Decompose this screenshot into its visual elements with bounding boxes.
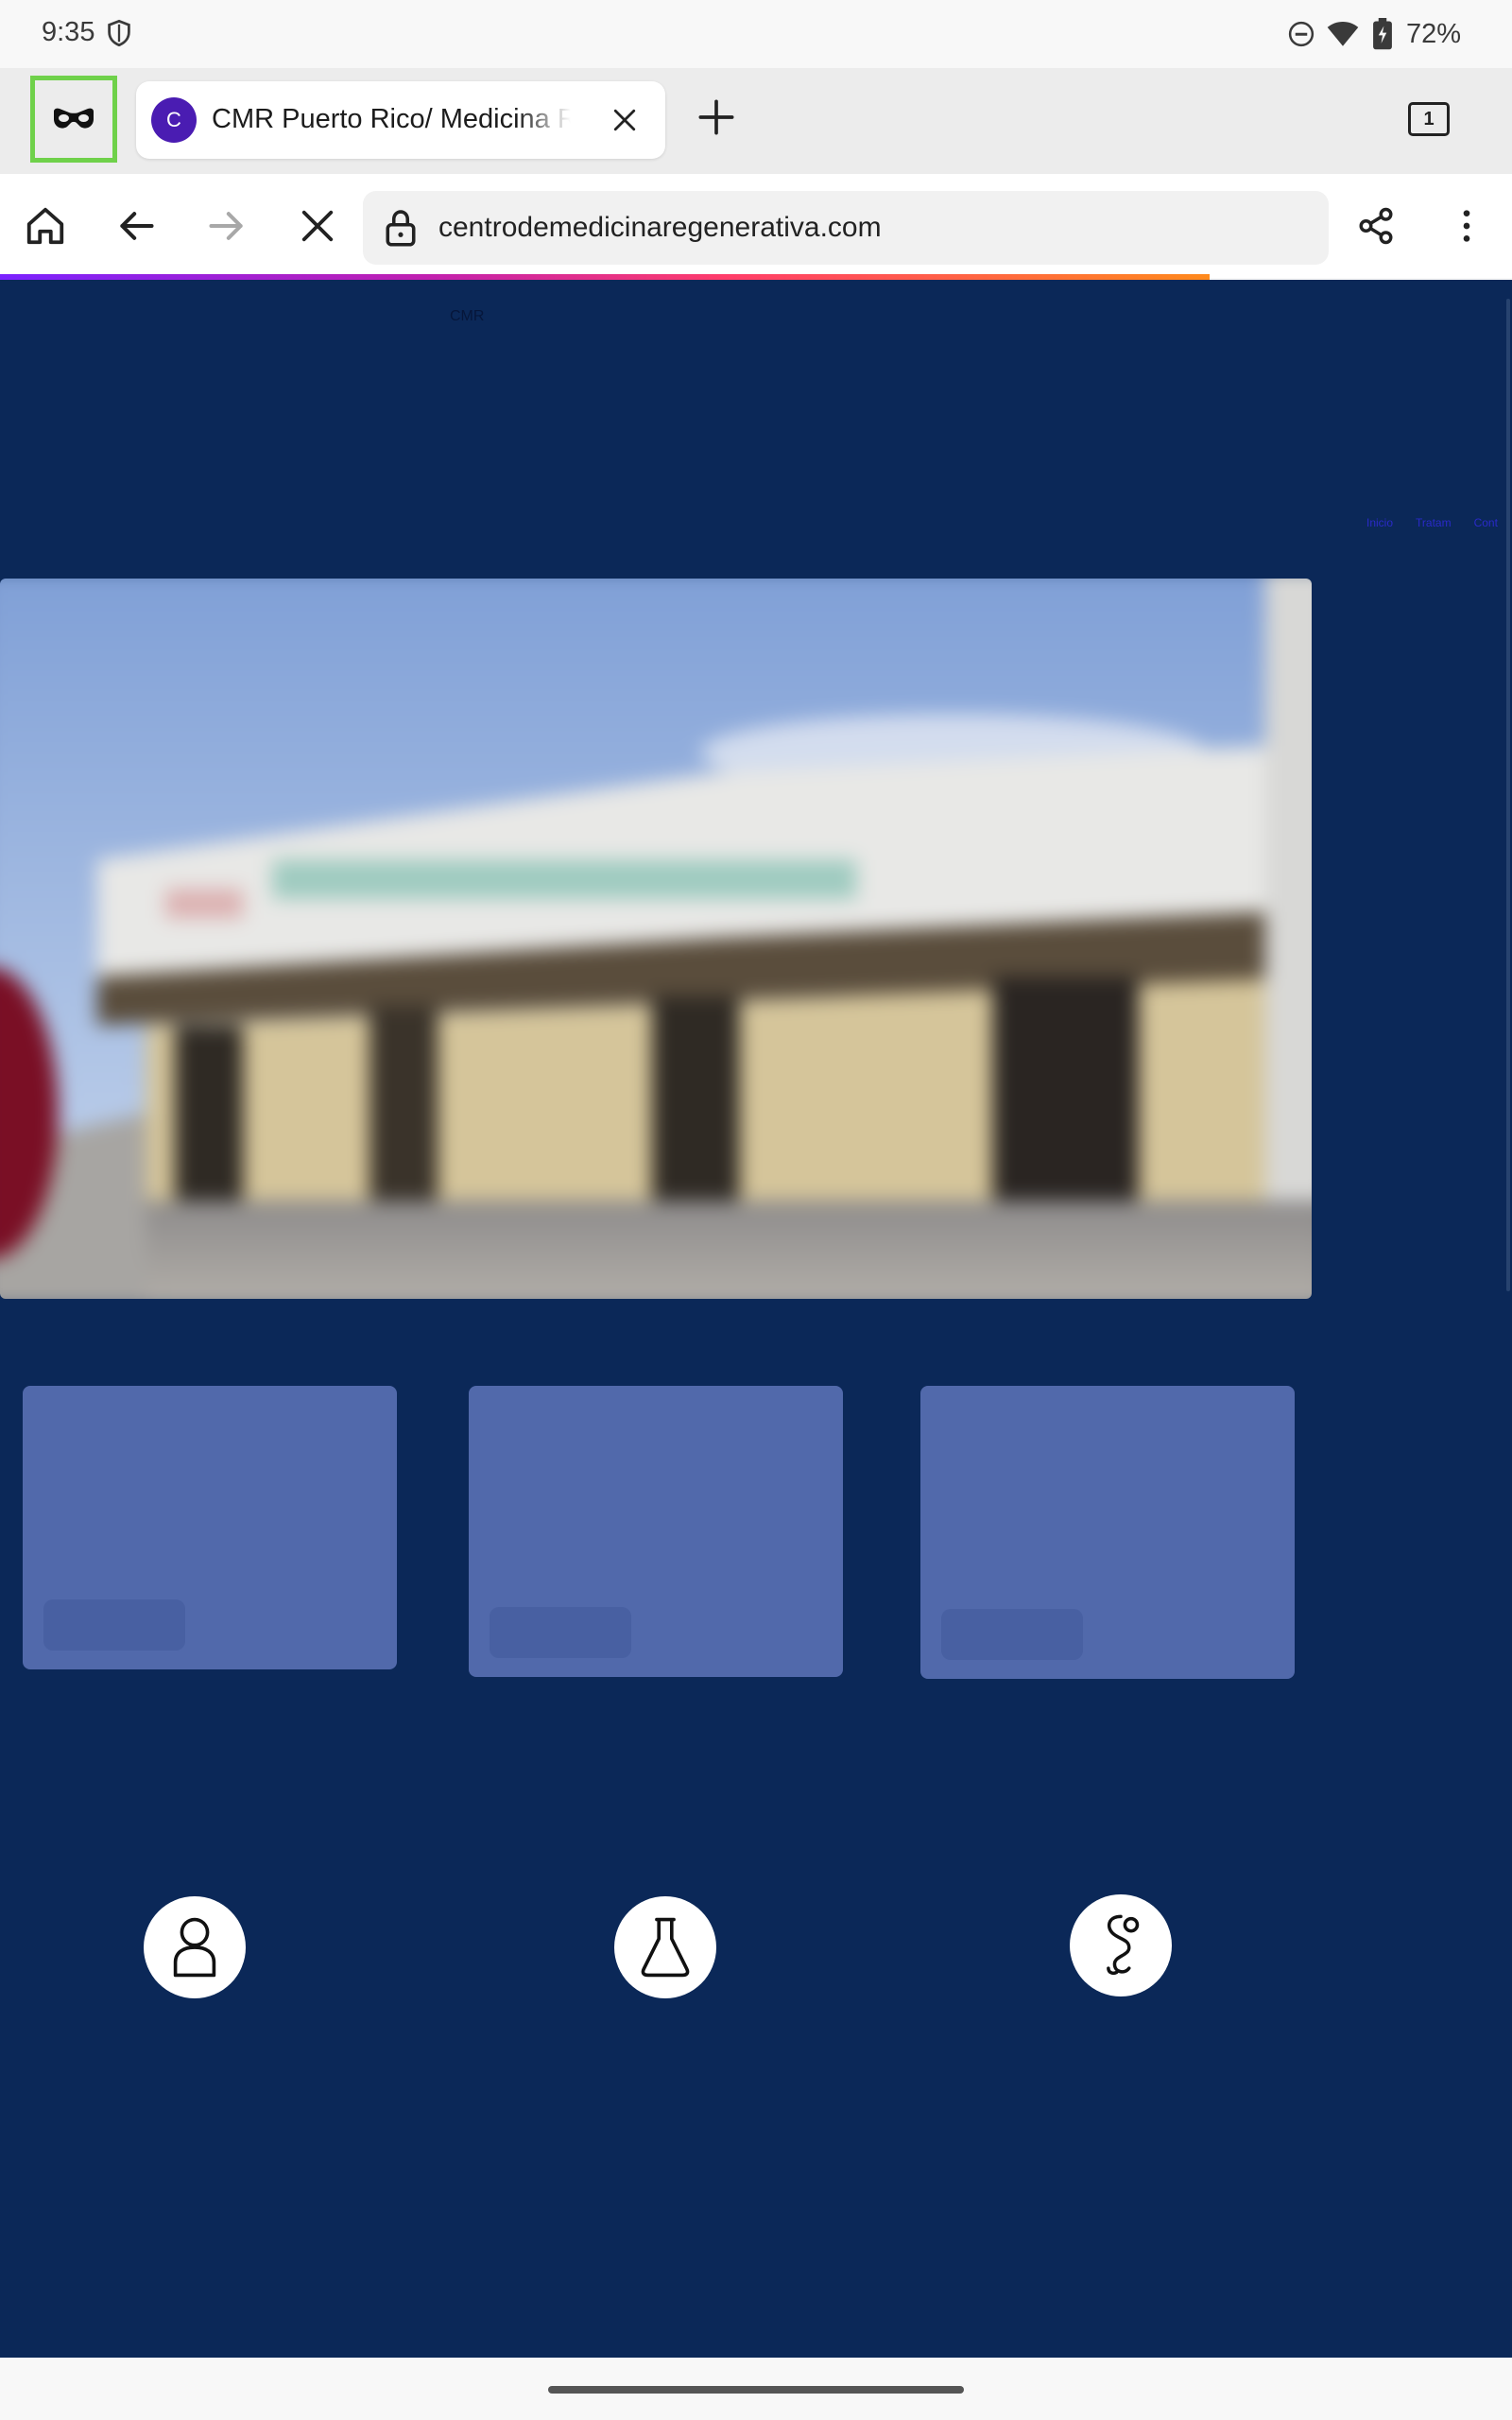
share-button[interactable] — [1349, 199, 1402, 252]
status-bar: 9:35 72% — [0, 0, 1512, 68]
service-card-2[interactable] — [469, 1386, 843, 1677]
close-icon — [613, 109, 636, 131]
page-scrollbar[interactable] — [1506, 299, 1510, 1291]
wifi-icon — [1327, 21, 1359, 46]
service-card-1[interactable] — [23, 1386, 397, 1669]
battery-icon — [1373, 18, 1392, 50]
do-not-disturb-icon — [1288, 21, 1314, 47]
home-icon — [26, 207, 64, 245]
hero-image — [0, 579, 1312, 1299]
forward-icon — [209, 212, 243, 240]
web-content: CMR Inicio Tratam Cont — [0, 280, 1512, 2358]
share-icon — [1359, 207, 1393, 245]
nav-link-inicio[interactable]: Inicio — [1366, 516, 1393, 529]
incognito-toggle-button[interactable] — [30, 76, 117, 163]
stop-icon — [301, 210, 334, 242]
lock-icon — [386, 210, 416, 247]
flask-icon-circle[interactable] — [614, 1896, 716, 1998]
tab-switcher-button[interactable]: 1 — [1402, 93, 1455, 146]
new-tab-button[interactable] — [690, 91, 743, 144]
tab-count: 1 — [1408, 102, 1450, 136]
tab-close-button[interactable] — [605, 100, 644, 140]
forward-button[interactable] — [200, 199, 253, 252]
tab-favicon: C — [151, 97, 197, 143]
service-card-3-button[interactable] — [941, 1609, 1083, 1660]
tab-strip: C CMR Puerto Rico/ Medicina Regenerativa… — [0, 68, 1512, 174]
service-card-3[interactable] — [920, 1386, 1295, 1679]
url-text: centrodemedicinaregenerativa.com — [438, 212, 882, 243]
browser-toolbar: centrodemedicinaregenerativa.com — [0, 174, 1512, 278]
nav-link-tratamientos[interactable]: Tratam — [1416, 516, 1452, 529]
site-nav: Inicio Tratam Cont — [1366, 516, 1498, 529]
battery-percentage: 72% — [1405, 18, 1461, 49]
incognito-mask-icon — [54, 108, 94, 129]
home-button[interactable] — [19, 199, 72, 252]
system-navigation-bar — [0, 2358, 1512, 2420]
more-icon — [1463, 210, 1470, 242]
plus-icon — [698, 99, 734, 135]
flask-icon — [641, 1917, 690, 1978]
person-icon-circle[interactable] — [144, 1896, 246, 1998]
tab-title: CMR Puerto Rico/ Medicina Regenerativa — [212, 104, 571, 134]
service-card-1-button[interactable] — [43, 1599, 185, 1651]
person-icon — [173, 1917, 216, 1978]
more-options-button[interactable] — [1440, 199, 1493, 252]
shield-icon — [108, 19, 130, 47]
home-gesture-handle[interactable] — [548, 2386, 964, 2394]
active-tab[interactable]: C CMR Puerto Rico/ Medicina Regenerativa — [136, 81, 665, 159]
service-card-2-button[interactable] — [490, 1607, 631, 1658]
status-right: 72% — [1287, 17, 1461, 51]
status-time: 9:35 — [42, 17, 95, 47]
stethoscope-icon — [1107, 1914, 1140, 1976]
stethoscope-icon-circle[interactable] — [1070, 1894, 1172, 1996]
stop-loading-button[interactable] — [291, 199, 344, 252]
back-button[interactable] — [110, 199, 163, 252]
site-logo[interactable]: CMR — [450, 308, 484, 325]
url-bar[interactable]: centrodemedicinaregenerativa.com — [363, 191, 1329, 265]
nav-link-contacto[interactable]: Cont — [1474, 516, 1498, 529]
back-icon — [120, 212, 154, 240]
